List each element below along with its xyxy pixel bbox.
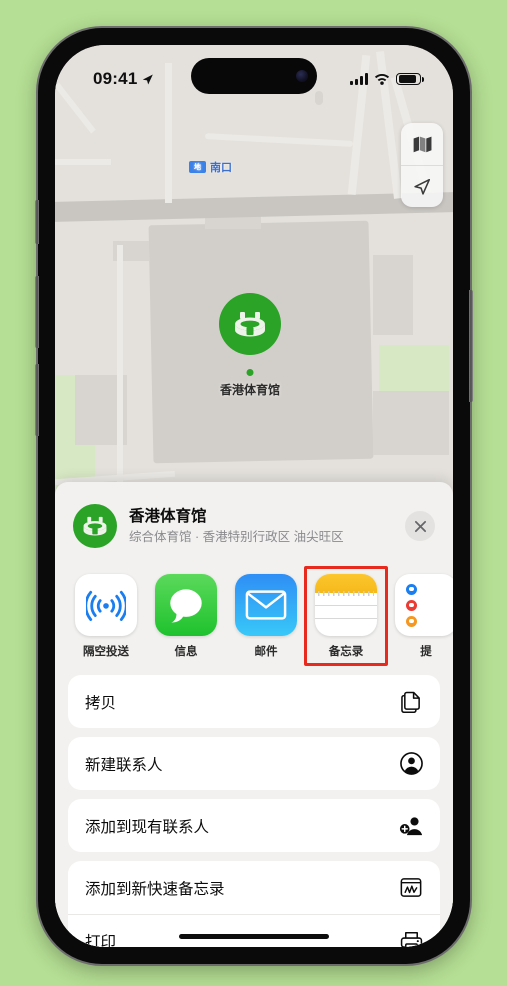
app-label: 备忘录 bbox=[328, 646, 364, 658]
user-location-button[interactable] bbox=[401, 165, 443, 207]
phone-screen: 地 南口 香港体育馆 09:41 香港体育馆 综合体育馆 · 香港特别行政区 油… bbox=[55, 45, 453, 947]
cellular-signal-icon bbox=[350, 73, 368, 85]
reminder-dot bbox=[406, 615, 417, 627]
action-group: 添加到现有联系人 bbox=[68, 799, 440, 852]
map-transit-label: 地 南口 bbox=[189, 159, 232, 175]
action-button[interactable] bbox=[35, 200, 39, 244]
map-road bbox=[204, 133, 354, 147]
action-label: 新建联系人 bbox=[85, 756, 163, 774]
wifi-icon bbox=[374, 74, 390, 85]
location-arrow-icon bbox=[143, 74, 154, 84]
app-label: 邮件 bbox=[254, 646, 278, 658]
map-road bbox=[117, 245, 123, 485]
person-add-icon bbox=[399, 814, 423, 838]
printer-icon bbox=[399, 929, 423, 947]
share-app-reminders[interactable]: 提 bbox=[395, 574, 453, 659]
share-app-row[interactable]: 隔空投送 信息 邮件 备忘录 提 bbox=[55, 562, 453, 675]
action-group: 拷贝 bbox=[68, 675, 440, 728]
map-road bbox=[55, 159, 111, 165]
poi-label: 香港体育馆 bbox=[219, 383, 280, 397]
airdrop-icon bbox=[75, 574, 137, 636]
notes-line bbox=[315, 605, 377, 607]
clock-text: 09:41 bbox=[93, 69, 138, 88]
map-building bbox=[373, 255, 413, 335]
copy-icon bbox=[399, 690, 423, 714]
status-indicators bbox=[350, 72, 424, 86]
share-app-messages[interactable]: 信息 bbox=[155, 574, 217, 659]
page-title: 香港体育馆 bbox=[129, 508, 207, 526]
close-icon bbox=[414, 520, 426, 532]
dynamic-island bbox=[191, 58, 317, 94]
notes-rings bbox=[318, 591, 374, 596]
page-subtitle: 综合体育馆 · 香港特别行政区 油尖旺区 bbox=[129, 529, 344, 544]
app-label: 信息 bbox=[174, 646, 198, 658]
action-row-copy[interactable]: 拷贝 bbox=[68, 675, 440, 728]
transit-badge-icon: 地 bbox=[189, 161, 206, 173]
status-time: 09:41 bbox=[93, 69, 154, 89]
action-row-new-contact[interactable]: 新建联系人 bbox=[68, 737, 440, 790]
front-camera-icon bbox=[296, 70, 308, 82]
home-indicator[interactable] bbox=[179, 934, 329, 939]
share-app-notes[interactable]: 备忘录 bbox=[304, 566, 388, 666]
transit-label-text: 南口 bbox=[210, 162, 232, 174]
messages-icon bbox=[155, 574, 217, 636]
battery-icon bbox=[396, 72, 424, 86]
share-app-mail[interactable]: 邮件 bbox=[235, 574, 297, 659]
notes-icon bbox=[315, 574, 377, 636]
stadium-icon bbox=[73, 504, 117, 548]
share-sheet: 香港体育馆 综合体育馆 · 香港特别行政区 油尖旺区 隔空投送 信息 邮件 备忘… bbox=[55, 482, 453, 947]
share-action-list: 拷贝 新建联系人 添加到现有联系人 添加到新快速备忘录 打印 bbox=[55, 675, 453, 947]
poi-anchor-dot bbox=[246, 369, 254, 376]
map-green-area bbox=[379, 345, 449, 391]
map-building bbox=[373, 391, 449, 455]
person-circle-icon bbox=[399, 752, 423, 776]
map-controls bbox=[401, 123, 443, 207]
action-group: 新建联系人 bbox=[68, 737, 440, 790]
action-row-quick-note[interactable]: 添加到新快速备忘录 bbox=[68, 861, 440, 914]
action-label: 添加到现有联系人 bbox=[85, 818, 210, 836]
share-sheet-header: 香港体育馆 综合体育馆 · 香港特别行政区 油尖旺区 bbox=[55, 482, 453, 562]
share-sheet-titles: 香港体育馆 综合体育馆 · 香港特别行政区 油尖旺区 bbox=[129, 507, 393, 545]
map-layers-button[interactable] bbox=[401, 123, 443, 165]
action-row-add-existing-contact[interactable]: 添加到现有联系人 bbox=[68, 799, 440, 852]
power-button[interactable] bbox=[469, 290, 473, 402]
map-icon bbox=[413, 136, 431, 152]
quick-note-icon bbox=[399, 876, 423, 900]
notes-line bbox=[315, 618, 377, 620]
location-arrow-icon bbox=[414, 178, 431, 195]
volume-down-button[interactable] bbox=[35, 364, 39, 436]
mail-icon bbox=[235, 574, 297, 636]
share-app-airdrop[interactable]: 隔空投送 bbox=[75, 574, 137, 659]
reminder-dot bbox=[406, 599, 417, 611]
action-label: 添加到新快速备忘录 bbox=[85, 880, 225, 898]
app-label: 隔空投送 bbox=[83, 646, 129, 658]
action-row-print[interactable]: 打印 bbox=[68, 914, 440, 947]
close-button[interactable] bbox=[405, 511, 435, 541]
action-label: 拷贝 bbox=[85, 694, 117, 712]
reminder-dot bbox=[406, 583, 417, 595]
reminders-icon bbox=[395, 574, 453, 636]
action-label: 打印 bbox=[85, 934, 117, 947]
transit-badge-text: 地 bbox=[194, 163, 201, 171]
app-label: 提 bbox=[420, 646, 432, 658]
volume-up-button[interactable] bbox=[35, 276, 39, 348]
phone-frame: 地 南口 香港体育馆 09:41 香港体育馆 综合体育馆 · 香港特别行政区 油… bbox=[35, 28, 473, 964]
map-poi-marker[interactable]: 香港体育馆 bbox=[213, 293, 287, 398]
stadium-pin-icon[interactable] bbox=[219, 293, 281, 355]
